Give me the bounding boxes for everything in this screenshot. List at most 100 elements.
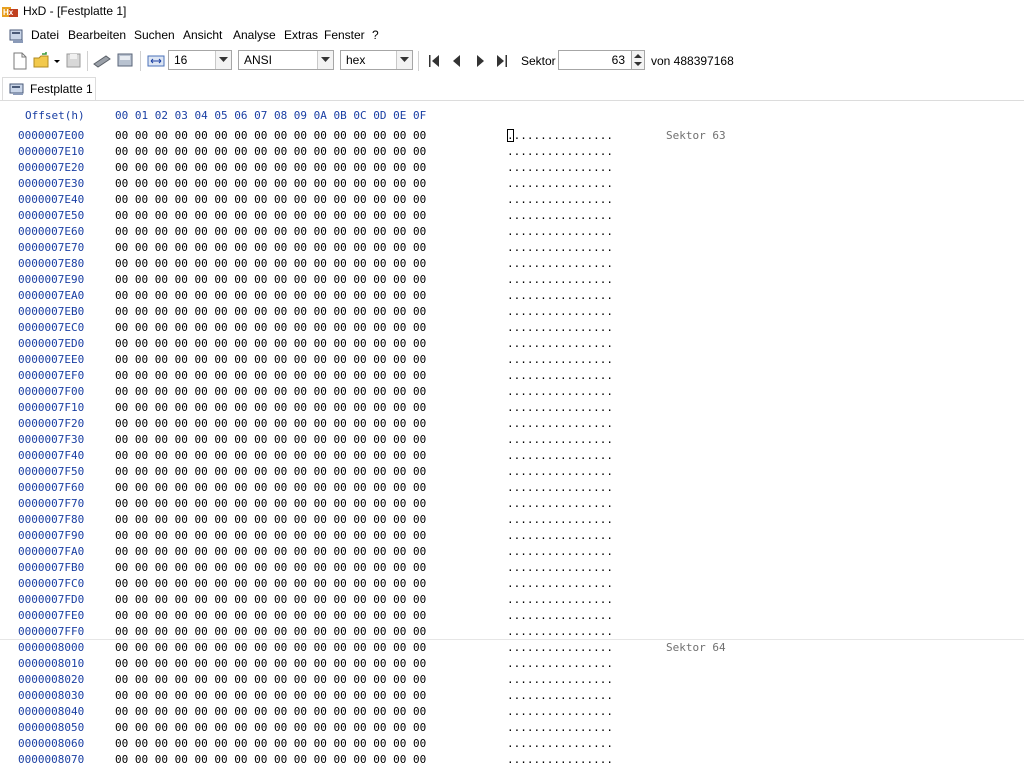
row-bytes[interactable]: 00 00 00 00 00 00 00 00 00 00 00 00 00 0… bbox=[115, 433, 426, 446]
document-window-icon[interactable] bbox=[8, 27, 26, 45]
hex-row[interactable]: 0000008030 00 00 00 00 00 00 00 00 00 00 … bbox=[0, 688, 1024, 704]
row-ascii[interactable]: ................ bbox=[507, 209, 613, 222]
hex-row[interactable]: 0000007E00 00 00 00 00 00 00 00 00 00 00 … bbox=[0, 128, 1024, 144]
row-bytes[interactable]: 00 00 00 00 00 00 00 00 00 00 00 00 00 0… bbox=[115, 209, 426, 222]
sector-number-input[interactable]: 63 bbox=[558, 50, 632, 70]
last-sector-icon[interactable] bbox=[494, 51, 510, 71]
row-bytes[interactable]: 00 00 00 00 00 00 00 00 00 00 00 00 00 0… bbox=[115, 193, 426, 206]
row-bytes[interactable]: 00 00 00 00 00 00 00 00 00 00 00 00 00 0… bbox=[115, 721, 426, 734]
row-bytes[interactable]: 00 00 00 00 00 00 00 00 00 00 00 00 00 0… bbox=[115, 225, 426, 238]
hex-row[interactable]: 0000007EF0 00 00 00 00 00 00 00 00 00 00 … bbox=[0, 368, 1024, 384]
row-ascii[interactable]: ................ bbox=[507, 657, 613, 670]
row-ascii[interactable]: ................ bbox=[507, 737, 613, 750]
open-dropdown-chevron-icon[interactable] bbox=[52, 51, 62, 71]
row-bytes[interactable]: 00 00 00 00 00 00 00 00 00 00 00 00 00 0… bbox=[115, 337, 426, 350]
menu-ansicht[interactable]: Ansicht bbox=[183, 28, 222, 42]
row-ascii[interactable]: ................ bbox=[507, 193, 613, 206]
row-bytes[interactable]: 00 00 00 00 00 00 00 00 00 00 00 00 00 0… bbox=[115, 273, 426, 286]
hex-row[interactable]: 0000007E10 00 00 00 00 00 00 00 00 00 00 … bbox=[0, 144, 1024, 160]
row-ascii[interactable]: ................ bbox=[507, 529, 613, 542]
row-bytes[interactable]: 00 00 00 00 00 00 00 00 00 00 00 00 00 0… bbox=[115, 689, 426, 702]
row-ascii[interactable]: ................ bbox=[507, 321, 613, 334]
hex-row[interactable]: 0000007EB0 00 00 00 00 00 00 00 00 00 00 … bbox=[0, 304, 1024, 320]
row-bytes[interactable]: 00 00 00 00 00 00 00 00 00 00 00 00 00 0… bbox=[115, 369, 426, 382]
row-bytes[interactable]: 00 00 00 00 00 00 00 00 00 00 00 00 00 0… bbox=[115, 481, 426, 494]
row-ascii[interactable]: ................ bbox=[507, 481, 613, 494]
ram-chip-icon[interactable] bbox=[92, 51, 112, 71]
row-ascii[interactable]: ................ bbox=[507, 465, 613, 478]
row-bytes[interactable]: 00 00 00 00 00 00 00 00 00 00 00 00 00 0… bbox=[115, 641, 426, 654]
row-ascii[interactable]: ................ bbox=[507, 753, 613, 766]
chevron-down-icon[interactable] bbox=[317, 51, 333, 69]
hex-row[interactable]: 0000007F20 00 00 00 00 00 00 00 00 00 00 … bbox=[0, 416, 1024, 432]
hex-row[interactable]: 0000007F30 00 00 00 00 00 00 00 00 00 00 … bbox=[0, 432, 1024, 448]
next-sector-icon[interactable] bbox=[473, 51, 487, 71]
row-bytes[interactable]: 00 00 00 00 00 00 00 00 00 00 00 00 00 0… bbox=[115, 289, 426, 302]
sector-spin-buttons[interactable] bbox=[631, 50, 645, 70]
row-ascii[interactable]: ................ bbox=[507, 593, 613, 606]
row-ascii[interactable]: ................ bbox=[507, 401, 613, 414]
row-ascii[interactable]: ................ bbox=[507, 721, 613, 734]
hex-row[interactable]: 0000008060 00 00 00 00 00 00 00 00 00 00 … bbox=[0, 736, 1024, 752]
hex-row[interactable]: 0000008070 00 00 00 00 00 00 00 00 00 00 … bbox=[0, 752, 1024, 768]
hex-row[interactable]: 0000007E70 00 00 00 00 00 00 00 00 00 00 … bbox=[0, 240, 1024, 256]
new-file-icon[interactable] bbox=[11, 51, 29, 71]
row-bytes[interactable]: 00 00 00 00 00 00 00 00 00 00 00 00 00 0… bbox=[115, 737, 426, 750]
hex-row[interactable]: 0000008020 00 00 00 00 00 00 00 00 00 00 … bbox=[0, 672, 1024, 688]
hex-row[interactable]: 0000007FB0 00 00 00 00 00 00 00 00 00 00 … bbox=[0, 560, 1024, 576]
hex-row[interactable]: 0000007E30 00 00 00 00 00 00 00 00 00 00 … bbox=[0, 176, 1024, 192]
hex-editor-view[interactable]: Offset(h) 00 01 02 03 04 05 06 07 08 09 … bbox=[0, 100, 1024, 768]
row-ascii[interactable]: ................ bbox=[507, 641, 613, 654]
hex-row[interactable]: 0000008000 00 00 00 00 00 00 00 00 00 00 … bbox=[0, 640, 1024, 656]
menu-datei[interactable]: Datei bbox=[31, 28, 59, 42]
hex-row[interactable]: 0000007F60 00 00 00 00 00 00 00 00 00 00 … bbox=[0, 480, 1024, 496]
hex-row[interactable]: 0000007EE0 00 00 00 00 00 00 00 00 00 00 … bbox=[0, 352, 1024, 368]
row-ascii[interactable]: ................ bbox=[507, 289, 613, 302]
hex-row[interactable]: 0000007FC0 00 00 00 00 00 00 00 00 00 00 … bbox=[0, 576, 1024, 592]
charset-select[interactable]: ANSI bbox=[238, 50, 334, 70]
row-bytes[interactable]: 00 00 00 00 00 00 00 00 00 00 00 00 00 0… bbox=[115, 497, 426, 510]
bytes-per-row-select[interactable]: 16 bbox=[168, 50, 232, 70]
first-sector-icon[interactable] bbox=[426, 51, 442, 71]
row-bytes[interactable]: 00 00 00 00 00 00 00 00 00 00 00 00 00 0… bbox=[115, 417, 426, 430]
row-bytes[interactable]: 00 00 00 00 00 00 00 00 00 00 00 00 00 0… bbox=[115, 241, 426, 254]
row-ascii[interactable]: ................ bbox=[507, 673, 613, 686]
row-bytes[interactable]: 00 00 00 00 00 00 00 00 00 00 00 00 00 0… bbox=[115, 625, 426, 638]
row-bytes[interactable]: 00 00 00 00 00 00 00 00 00 00 00 00 00 0… bbox=[115, 529, 426, 542]
hex-row[interactable]: 0000007F50 00 00 00 00 00 00 00 00 00 00 … bbox=[0, 464, 1024, 480]
row-bytes[interactable]: 00 00 00 00 00 00 00 00 00 00 00 00 00 0… bbox=[115, 321, 426, 334]
hex-row[interactable]: 0000007E60 00 00 00 00 00 00 00 00 00 00 … bbox=[0, 224, 1024, 240]
row-ascii[interactable]: ................ bbox=[507, 177, 613, 190]
row-bytes[interactable]: 00 00 00 00 00 00 00 00 00 00 00 00 00 0… bbox=[115, 449, 426, 462]
hex-row[interactable]: 0000007FA0 00 00 00 00 00 00 00 00 00 00 … bbox=[0, 544, 1024, 560]
hex-row[interactable]: 0000008050 00 00 00 00 00 00 00 00 00 00 … bbox=[0, 720, 1024, 736]
save-icon[interactable] bbox=[64, 51, 82, 71]
row-ascii[interactable]: ................ bbox=[507, 577, 613, 590]
offset-base-select[interactable]: hex bbox=[340, 50, 413, 70]
row-ascii[interactable]: ................ bbox=[507, 689, 613, 702]
row-bytes[interactable]: 00 00 00 00 00 00 00 00 00 00 00 00 00 0… bbox=[115, 577, 426, 590]
row-bytes[interactable]: 00 00 00 00 00 00 00 00 00 00 00 00 00 0… bbox=[115, 753, 426, 766]
row-bytes[interactable]: 00 00 00 00 00 00 00 00 00 00 00 00 00 0… bbox=[115, 705, 426, 718]
row-bytes[interactable]: 00 00 00 00 00 00 00 00 00 00 00 00 00 0… bbox=[115, 385, 426, 398]
hex-row[interactable]: 0000007F80 00 00 00 00 00 00 00 00 00 00 … bbox=[0, 512, 1024, 528]
row-bytes[interactable]: 00 00 00 00 00 00 00 00 00 00 00 00 00 0… bbox=[115, 593, 426, 606]
row-ascii[interactable]: ................ bbox=[507, 129, 613, 142]
row-ascii[interactable]: ................ bbox=[507, 161, 613, 174]
row-ascii[interactable]: ................ bbox=[507, 513, 613, 526]
row-ascii[interactable]: ................ bbox=[507, 273, 613, 286]
row-ascii[interactable]: ................ bbox=[507, 449, 613, 462]
row-ascii[interactable]: ................ bbox=[507, 225, 613, 238]
row-bytes[interactable]: 00 00 00 00 00 00 00 00 00 00 00 00 00 0… bbox=[115, 513, 426, 526]
hex-row[interactable]: 0000007F70 00 00 00 00 00 00 00 00 00 00 … bbox=[0, 496, 1024, 512]
hex-row[interactable]: 0000007FE0 00 00 00 00 00 00 00 00 00 00 … bbox=[0, 608, 1024, 624]
hex-row[interactable]: 0000008040 00 00 00 00 00 00 00 00 00 00 … bbox=[0, 704, 1024, 720]
row-bytes[interactable]: 00 00 00 00 00 00 00 00 00 00 00 00 00 0… bbox=[115, 609, 426, 622]
menu-extras[interactable]: Extras bbox=[284, 28, 318, 42]
chevron-down-icon[interactable] bbox=[215, 51, 231, 69]
row-bytes[interactable]: 00 00 00 00 00 00 00 00 00 00 00 00 00 0… bbox=[115, 545, 426, 558]
hex-row[interactable]: 0000007E20 00 00 00 00 00 00 00 00 00 00 … bbox=[0, 160, 1024, 176]
row-bytes[interactable]: 00 00 00 00 00 00 00 00 00 00 00 00 00 0… bbox=[115, 145, 426, 158]
hex-row[interactable]: 0000007E80 00 00 00 00 00 00 00 00 00 00 … bbox=[0, 256, 1024, 272]
row-ascii[interactable]: ................ bbox=[507, 305, 613, 318]
